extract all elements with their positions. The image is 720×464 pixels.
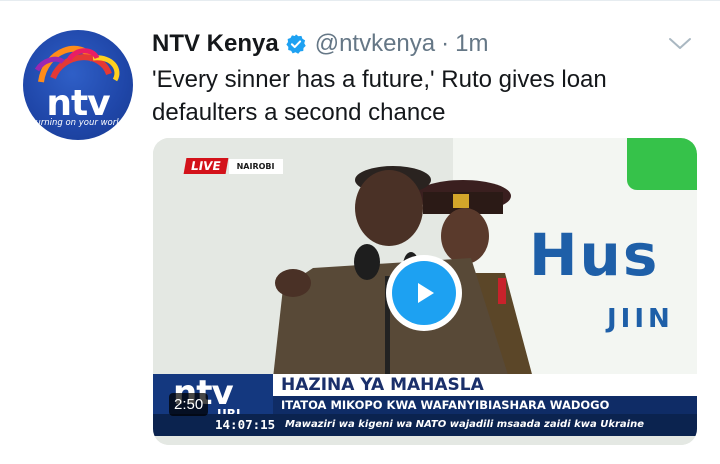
play-icon [392, 261, 456, 325]
ticker-headline: HAZINA YA MAHASLA [281, 375, 484, 395]
background-sign-text-2: JIIN [607, 304, 674, 334]
video-player[interactable]: Hus JIIN LIVE NAIROBI ntv URI HAZINA YA … [153, 138, 697, 445]
background-green-panel [627, 138, 697, 190]
play-button[interactable] [386, 255, 462, 331]
ticker-crawl: Mawaziri wa kigeni wa NATO wajadili msaa… [285, 419, 645, 430]
separator-dot: · [441, 30, 450, 57]
avatar-slogan: turning on your world [32, 118, 124, 128]
video-duration: 2:50 [169, 393, 209, 416]
tweet-card[interactable]: ntv turning on your world NTV Kenya @ntv… [0, 0, 720, 464]
ticker-clock: 14:07:15 [215, 417, 276, 432]
tweet-text: 'Every sinner has a future,' Ruto gives … [152, 66, 607, 126]
author-handle[interactable]: @ntvkenya [315, 30, 435, 58]
tweet-timestamp[interactable]: 1m [455, 30, 488, 58]
news-ticker: ntv URI HAZINA YA MAHASLA ITATOA MIKOPO … [153, 373, 697, 445]
ticker-subheadline: ITATOA MIKOPO KWA WAFANYIBIASHARA WADOGO [281, 398, 610, 412]
author-name[interactable]: NTV Kenya [152, 30, 279, 58]
tweet-header: NTV Kenya @ntvkenya · 1m [152, 29, 488, 59]
background-sign-text: Hus [529, 221, 660, 289]
chevron-down-icon[interactable] [667, 31, 693, 57]
verified-badge-icon [285, 33, 307, 55]
live-label: LIVE [183, 158, 229, 174]
live-tag: LIVE NAIROBI [183, 157, 283, 175]
live-location: NAIROBI [228, 158, 283, 174]
avatar[interactable]: ntv turning on your world [23, 30, 133, 140]
